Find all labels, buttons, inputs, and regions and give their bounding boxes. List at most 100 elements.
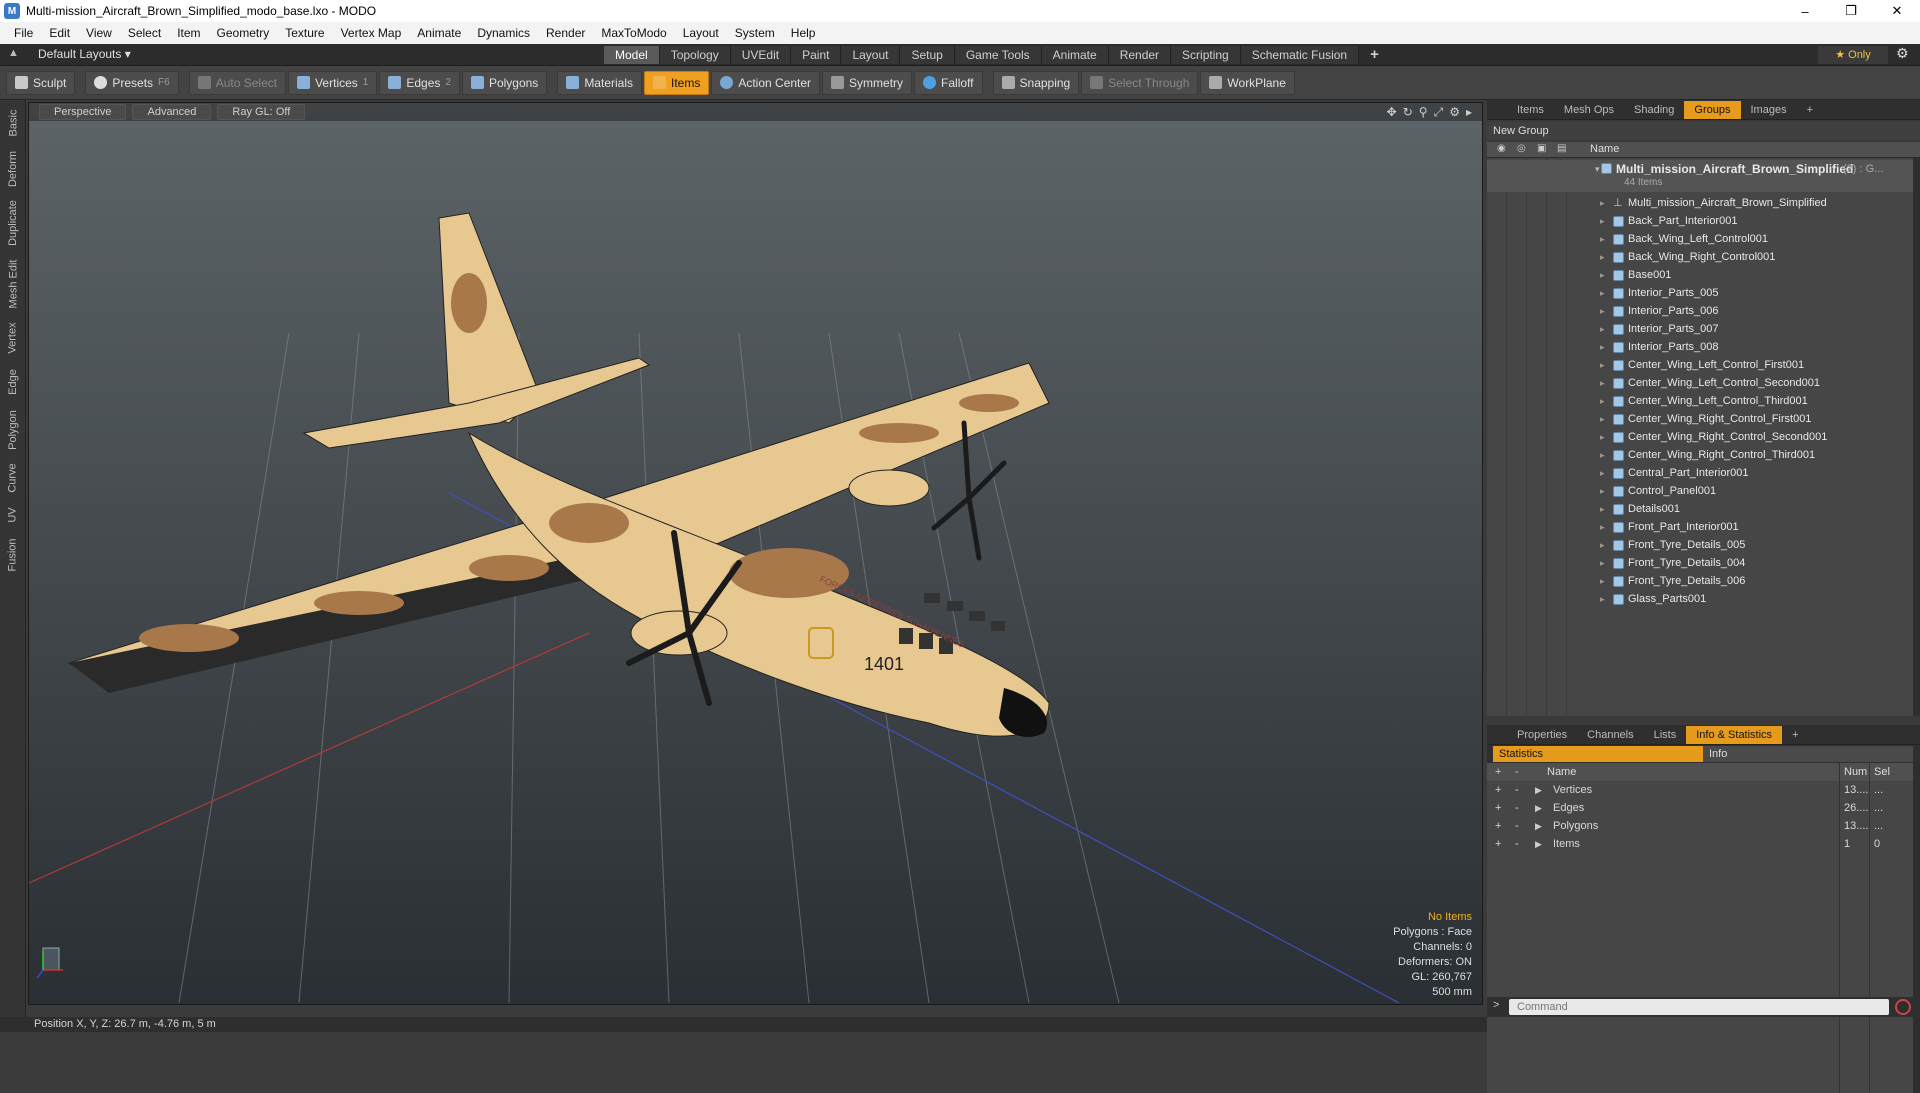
row-expand-arrow-icon[interactable]: ▶ [1535,817,1542,835]
vertices-button[interactable]: Vertices 1 [288,70,378,95]
list-item[interactable]: ▸ Details001 [1487,500,1913,518]
vtab-basic[interactable]: Basic [0,102,26,144]
rotate-icon[interactable]: ↻ [1403,105,1413,120]
select-icon[interactable]: ▤ [1557,143,1566,154]
group-row[interactable]: ▾ Multi_mission_Aircraft_Brown_Simplifie… [1487,160,1913,192]
visibility-eye-icon[interactable]: ◉ [1497,143,1506,154]
command-input[interactable]: Command [1509,999,1889,1015]
vtab-mesh-edit[interactable]: Mesh Edit [0,254,26,314]
vtab-vertex[interactable]: Vertex [0,316,26,360]
list-item[interactable]: ▸ Front_Tyre_Details_006 [1487,572,1913,590]
action-center-button[interactable]: Action Center [711,70,821,95]
add-stats-tab-button[interactable]: + [1782,726,1808,744]
statistics-tab[interactable]: Statistics [1493,746,1703,762]
list-item[interactable]: ▸ Interior_Parts_008 [1487,338,1913,356]
info-tab[interactable]: Info [1703,746,1913,762]
list-item[interactable]: ▸ Front_Tyre_Details_005 [1487,536,1913,554]
tab-topology[interactable]: Topology [659,46,731,64]
menu-view[interactable]: View [78,22,120,44]
add-tab-button[interactable]: + [1359,46,1390,64]
tab-model[interactable]: Model [604,46,660,64]
menu-layout[interactable]: Layout [675,22,727,44]
tab-items[interactable]: Items [1507,101,1554,119]
list-item[interactable]: ▸ Control_Panel001 [1487,482,1913,500]
tab-lists[interactable]: Lists [1644,726,1687,744]
menu-system[interactable]: System [727,22,783,44]
groups-scrollbar[interactable] [1913,158,1920,716]
row-expand-arrow-icon[interactable]: ▶ [1535,835,1542,853]
materials-button[interactable]: Materials [557,70,642,95]
record-icon[interactable] [1895,999,1911,1015]
workplane-button[interactable]: WorkPlane [1200,70,1295,95]
vtab-edge[interactable]: Edge [0,362,26,402]
tab-uvedit[interactable]: UVEdit [730,46,792,64]
list-item[interactable]: ▸ Center_Wing_Right_Control_First001 [1487,410,1913,428]
menu-help[interactable]: Help [783,22,824,44]
tab-shading[interactable]: Shading [1624,101,1684,119]
minimize-button[interactable]: – [1782,0,1828,22]
menu-item[interactable]: Item [169,22,208,44]
menu-vertex-map[interactable]: Vertex Map [333,22,410,44]
list-item[interactable]: ▸ Front_Part_Interior001 [1487,518,1913,536]
view-perspective-menu[interactable]: Perspective [39,104,127,120]
tab-properties[interactable]: Properties [1507,726,1577,744]
list-item[interactable]: ▸ Interior_Parts_005 [1487,284,1913,302]
menu-dynamics[interactable]: Dynamics [469,22,538,44]
layout-arrow-icon[interactable]: ▲ [8,47,19,59]
sculpt-button[interactable]: Sculpt [6,70,76,95]
tab-animate[interactable]: Animate [1041,46,1109,64]
viewport-expand-icon[interactable]: ▸ [1466,105,1472,120]
vtab-uv[interactable]: UV [0,500,26,530]
only-toggle[interactable]: ★ Only [1818,46,1888,64]
list-item[interactable]: ▸ Center_Wing_Left_Control_Second001 [1487,374,1913,392]
menu-render[interactable]: Render [538,22,593,44]
polygons-button[interactable]: Polygons [461,70,548,95]
vtab-polygon[interactable]: Polygon [0,404,26,456]
menu-maxtomodo[interactable]: MaxToModo [593,22,674,44]
menu-geometry[interactable]: Geometry [209,22,278,44]
gear-icon[interactable]: ⚙ [1896,45,1909,62]
tab-groups[interactable]: Groups [1684,100,1741,119]
stats-scrollbar[interactable] [1913,763,1920,1093]
table-row[interactable]: + - ▶ Edges 26.... ... [1487,799,1913,817]
shading-advanced-menu[interactable]: Advanced [132,104,212,120]
list-item[interactable]: ▸ Base001 [1487,266,1913,284]
tab-render[interactable]: Render [1108,46,1172,64]
menu-texture[interactable]: Texture [277,22,332,44]
list-item[interactable]: ▸ Central_Part_Interior001 [1487,464,1913,482]
menu-edit[interactable]: Edit [41,22,78,44]
snapping-button[interactable]: Snapping [992,70,1080,95]
vtab-fusion[interactable]: Fusion [0,532,26,578]
tab-mesh-ops[interactable]: Mesh Ops [1554,101,1624,119]
table-row[interactable]: + - ▶ Polygons 13.... ... [1487,817,1913,835]
menu-file[interactable]: File [6,22,41,44]
layout-selector[interactable]: Default Layouts ▾ [38,47,131,61]
select-through-button[interactable]: Select Through [1081,70,1199,95]
list-item[interactable]: ▸ Interior_Parts_006 [1487,302,1913,320]
menu-animate[interactable]: Animate [409,22,469,44]
tab-game-tools[interactable]: Game Tools [954,46,1042,64]
list-item[interactable]: ▸ Glass_Parts001 [1487,590,1913,608]
vtab-duplicate[interactable]: Duplicate [0,194,26,252]
tab-scripting[interactable]: Scripting [1171,46,1241,64]
viewport-settings-icon[interactable]: ⚙ [1449,105,1460,120]
tab-info-statistics[interactable]: Info & Statistics [1686,725,1783,744]
menu-select[interactable]: Select [120,22,169,44]
list-item[interactable]: ▸ Back_Wing_Left_Control001 [1487,230,1913,248]
list-item[interactable]: ▸ Front_Tyre_Details_004 [1487,554,1913,572]
list-item[interactable]: ▸ Interior_Parts_007 [1487,320,1913,338]
expand-all-icon[interactable]: + [1495,763,1501,781]
list-item[interactable]: ▸ Center_Wing_Left_Control_First001 [1487,356,1913,374]
auto-select-button[interactable]: Auto Select [188,70,287,95]
add-panel-tab-button[interactable]: + [1797,101,1823,119]
close-button[interactable]: ✕ [1874,0,1920,22]
tab-setup[interactable]: Setup [900,46,955,64]
list-item[interactable]: ▸ Center_Wing_Right_Control_Second001 [1487,428,1913,446]
collapse-arrow-icon[interactable]: ▾ [1595,160,1600,178]
zoom-icon[interactable]: ⚲ [1419,105,1428,120]
tab-layout[interactable]: Layout [841,46,901,64]
new-group-button[interactable]: New Group [1487,122,1920,140]
items-button[interactable]: Items [644,70,710,95]
table-row[interactable]: + - ▶ Items 1 0 [1487,835,1913,853]
symmetry-button[interactable]: Symmetry [822,70,913,95]
